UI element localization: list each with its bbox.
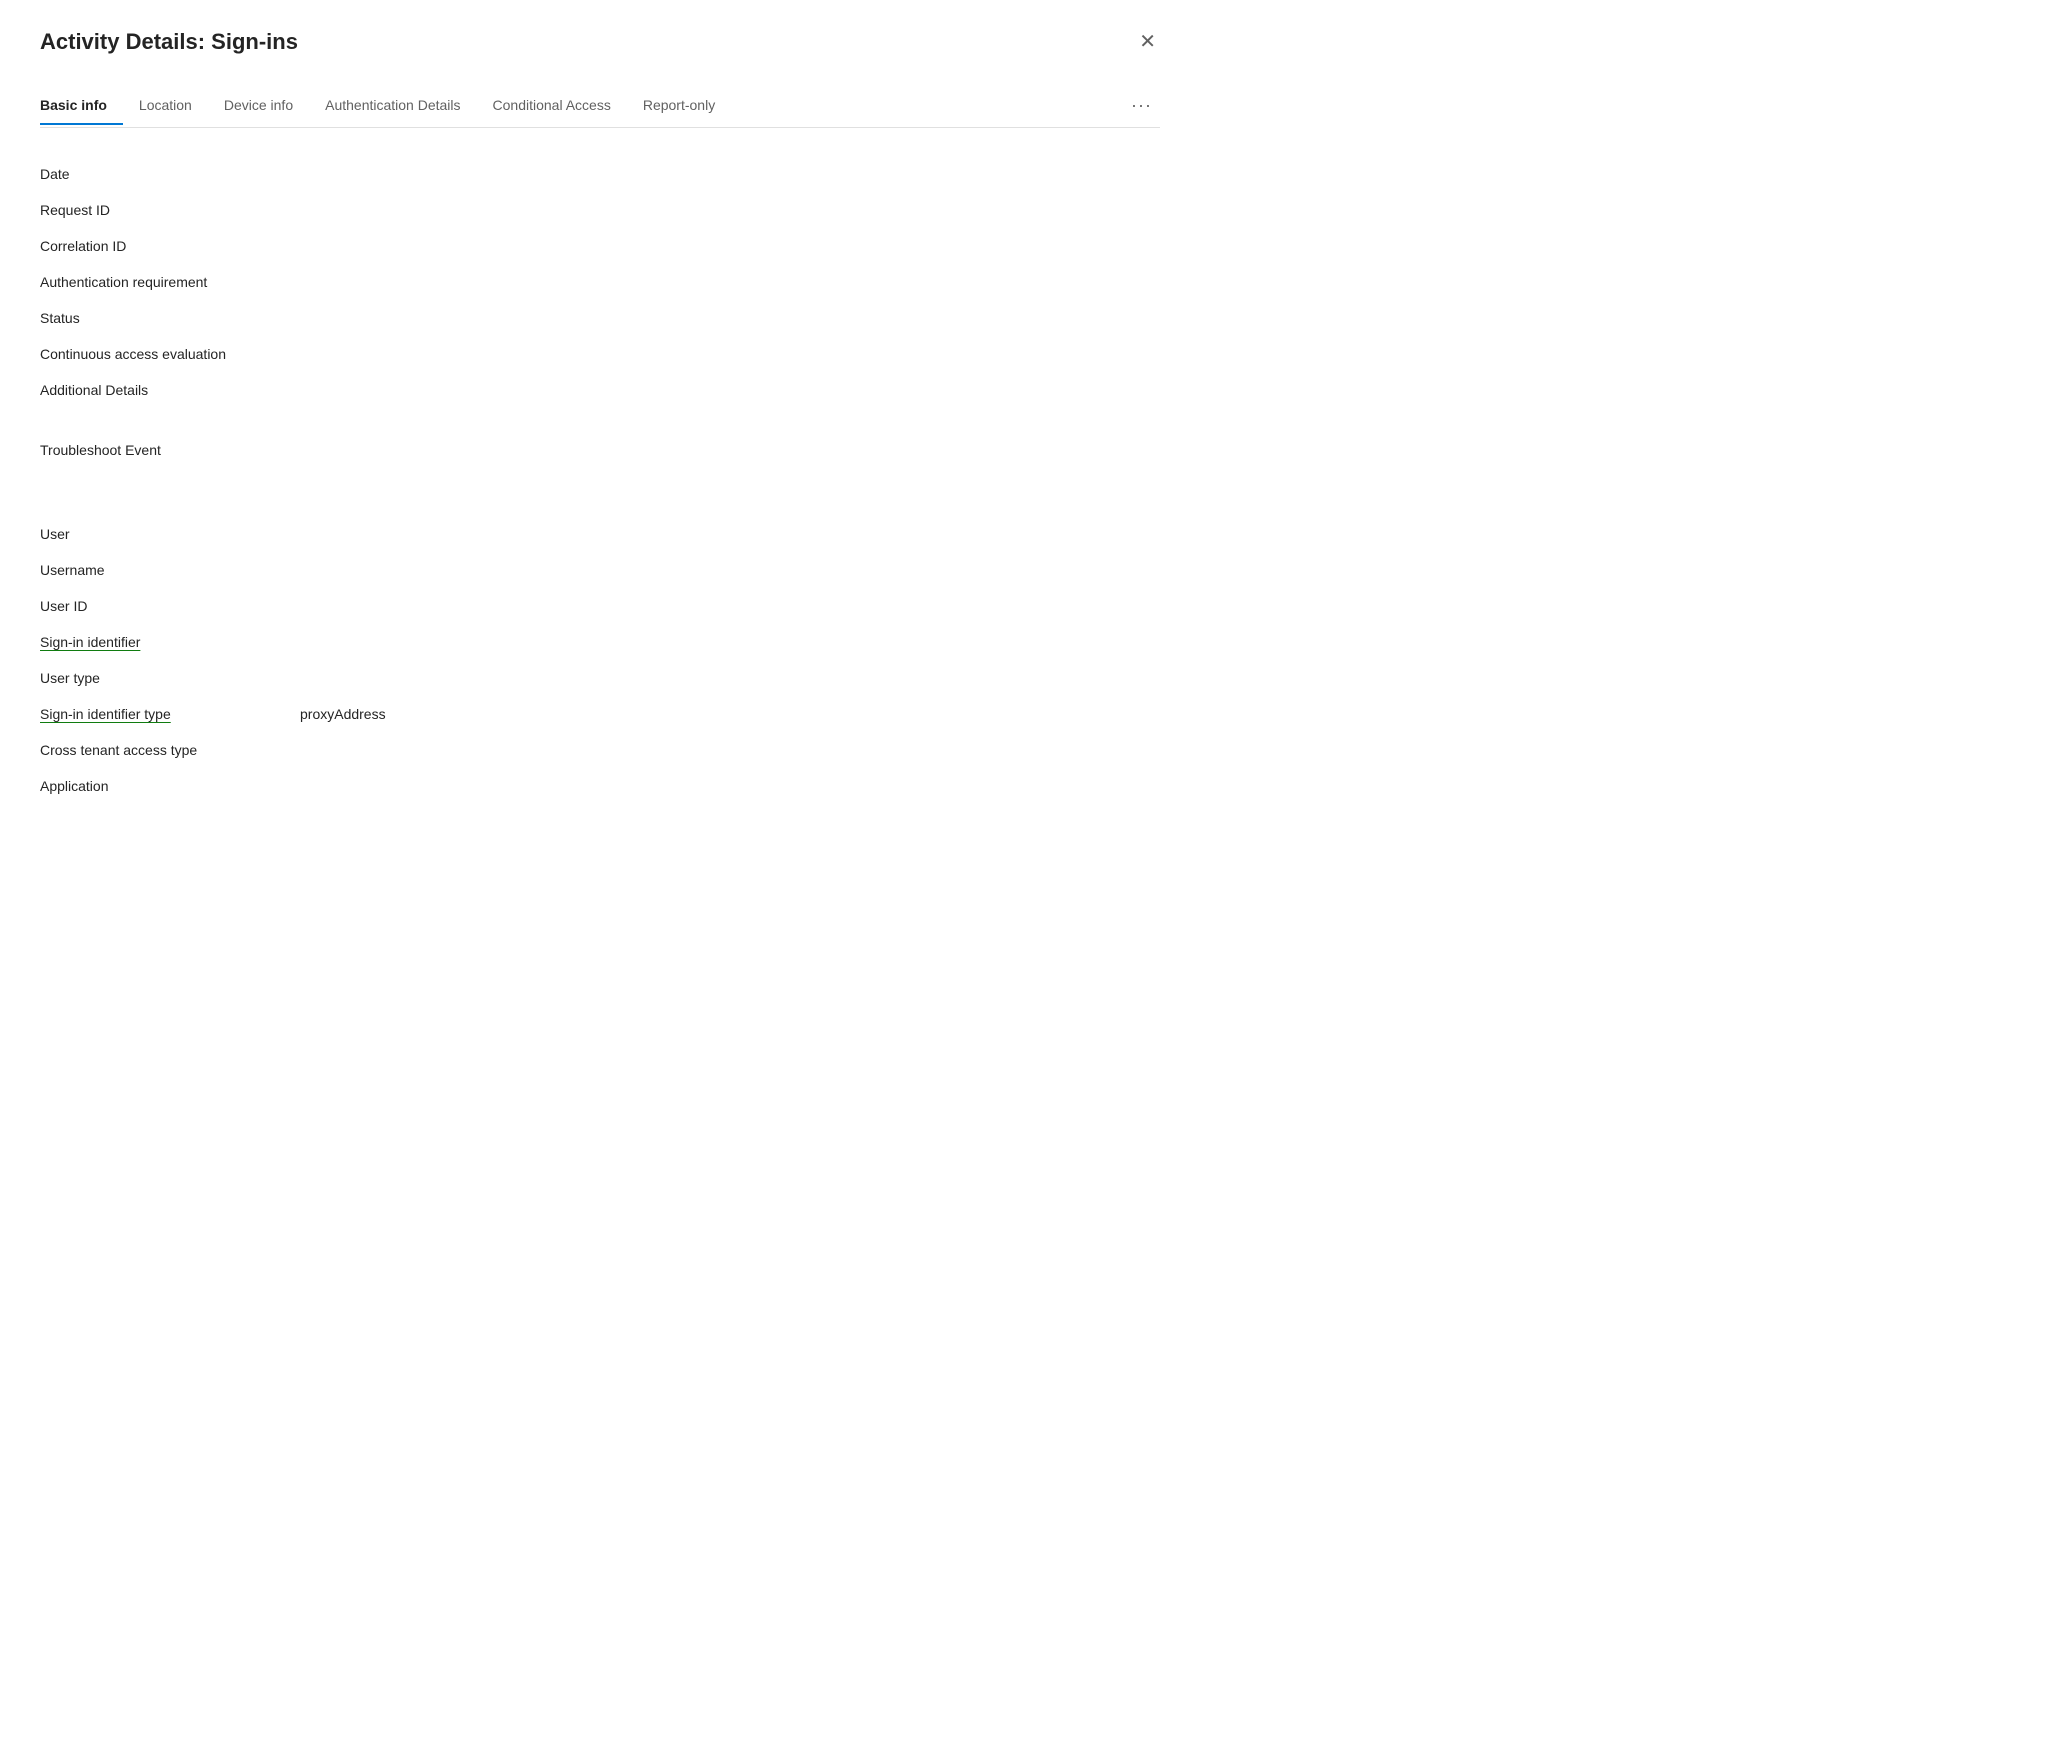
spacer-3 bbox=[40, 492, 1160, 516]
fields-group-2: Troubleshoot Event bbox=[40, 432, 1160, 468]
field-row-user-id: User ID bbox=[40, 588, 1160, 624]
close-button[interactable]: ✕ bbox=[1135, 28, 1160, 56]
field-row-signin-identifier: Sign-in identifier bbox=[40, 624, 1160, 660]
tab-device-info[interactable]: Device info bbox=[208, 87, 309, 125]
field-label-user-type: User type bbox=[40, 670, 300, 686]
field-row-cae: Continuous access evaluation bbox=[40, 336, 1160, 372]
field-label-additional-details: Additional Details bbox=[40, 382, 300, 398]
tab-conditional-access[interactable]: Conditional Access bbox=[477, 87, 627, 125]
field-label-date: Date bbox=[40, 166, 300, 182]
tab-more-button[interactable]: ··· bbox=[1123, 85, 1160, 128]
spacer-2 bbox=[40, 468, 1160, 492]
field-label-auth-requirement: Authentication requirement bbox=[40, 274, 300, 290]
tab-basic-info[interactable]: Basic info bbox=[40, 87, 123, 125]
field-label-status: Status bbox=[40, 310, 300, 326]
dialog-header: Activity Details: Sign-ins ✕ bbox=[40, 28, 1160, 57]
field-label-user-id: User ID bbox=[40, 598, 300, 614]
basic-info-content: Date Request ID Correlation ID Authentic… bbox=[40, 152, 1160, 808]
activity-details-dialog: Activity Details: Sign-ins ✕ Basic info … bbox=[0, 0, 1200, 1761]
field-row-status: Status bbox=[40, 300, 1160, 336]
field-row-auth-requirement: Authentication requirement bbox=[40, 264, 1160, 300]
field-row-username: Username bbox=[40, 552, 1160, 588]
field-label-cae: Continuous access evaluation bbox=[40, 346, 300, 362]
field-row-user: User bbox=[40, 516, 1160, 552]
field-row-cross-tenant: Cross tenant access type bbox=[40, 732, 1160, 768]
field-label-troubleshoot: Troubleshoot Event bbox=[40, 442, 300, 458]
field-value-signin-identifier-type: proxyAddress bbox=[300, 706, 1160, 722]
spacer-1 bbox=[40, 408, 1160, 432]
field-label-user: User bbox=[40, 526, 300, 542]
field-row-additional-details: Additional Details bbox=[40, 372, 1160, 408]
field-row-date: Date bbox=[40, 156, 1160, 192]
field-label-signin-identifier-type: Sign-in identifier type bbox=[40, 706, 300, 722]
dialog-title: Activity Details: Sign-ins bbox=[40, 28, 298, 57]
field-row-user-type: User type bbox=[40, 660, 1160, 696]
tab-location[interactable]: Location bbox=[123, 87, 208, 125]
field-label-signin-identifier: Sign-in identifier bbox=[40, 634, 300, 650]
field-label-request-id: Request ID bbox=[40, 202, 300, 218]
tab-bar: Basic info Location Device info Authenti… bbox=[40, 85, 1160, 128]
field-row-signin-identifier-type: Sign-in identifier type proxyAddress bbox=[40, 696, 1160, 732]
fields-group-3: User Username User ID Sign-in identifier… bbox=[40, 516, 1160, 804]
tab-report-only[interactable]: Report-only bbox=[627, 87, 731, 125]
field-row-request-id: Request ID bbox=[40, 192, 1160, 228]
field-label-application: Application bbox=[40, 778, 300, 794]
field-row-troubleshoot: Troubleshoot Event bbox=[40, 432, 1160, 468]
field-label-correlation-id: Correlation ID bbox=[40, 238, 300, 254]
field-label-cross-tenant: Cross tenant access type bbox=[40, 742, 300, 758]
field-row-correlation-id: Correlation ID bbox=[40, 228, 1160, 264]
tab-authentication-details[interactable]: Authentication Details bbox=[309, 87, 476, 125]
field-label-username: Username bbox=[40, 562, 300, 578]
fields-group-1: Date Request ID Correlation ID Authentic… bbox=[40, 156, 1160, 408]
field-row-application: Application bbox=[40, 768, 1160, 804]
